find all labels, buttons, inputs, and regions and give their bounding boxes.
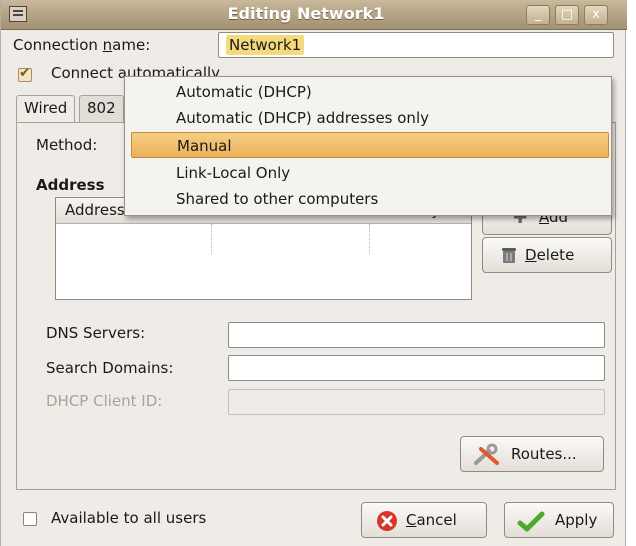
connect-automatically-checkbox[interactable]: ✔ <box>18 65 32 82</box>
dns-servers-label: DNS Servers: <box>46 324 146 342</box>
cancel-mnemonic: C <box>406 511 417 529</box>
cancel-icon <box>376 510 398 532</box>
dhcp-client-id-label: DHCP Client ID: <box>46 392 163 410</box>
window-app-icon <box>9 6 27 22</box>
search-domains-label: Search Domains: <box>46 359 174 377</box>
tools-icon <box>473 443 501 467</box>
window-title: Editing Network1 <box>227 4 385 23</box>
menu-item-automatic-dhcp[interactable]: Automatic (DHCP) <box>125 79 611 105</box>
addresses-section-title: Address <box>36 176 105 194</box>
editing-network-window: Editing Network1 _ □ x Connection name: … <box>0 0 627 546</box>
delete-button-label: Delete <box>525 246 574 264</box>
apply-icon <box>517 509 545 533</box>
tab-wired[interactable]: Wired <box>16 95 76 125</box>
connection-name-input[interactable]: Network1 <box>218 32 614 58</box>
minimize-button[interactable]: _ <box>526 5 550 25</box>
delete-label-rest: elete <box>536 246 575 264</box>
connection-name-value: Network1 <box>226 35 305 55</box>
cancel-label-rest: ancel <box>416 511 457 529</box>
trash-icon <box>499 245 519 265</box>
close-button[interactable]: x <box>584 5 608 25</box>
apply-button[interactable]: Apply <box>504 502 614 538</box>
check-icon: ✔ <box>19 65 31 81</box>
delete-button[interactable]: Delete <box>482 237 612 273</box>
column-address[interactable]: Address <box>65 201 125 219</box>
routes-button[interactable]: Routes... <box>460 436 604 472</box>
dhcp-client-id-input <box>228 389 605 415</box>
column-divider <box>369 224 370 254</box>
tab-802[interactable]: 802 <box>79 95 124 123</box>
method-dropdown-menu: Automatic (DHCP) Automatic (DHCP) addres… <box>124 76 612 216</box>
maximize-button[interactable]: □ <box>555 5 579 25</box>
delete-mnemonic: D <box>525 246 537 264</box>
connection-name-mnemonic: n <box>102 36 113 54</box>
cancel-button[interactable]: Cancel <box>361 502 487 538</box>
menu-item-link-local-only[interactable]: Link-Local Only <box>125 160 611 186</box>
menu-item-dhcp-addresses-only[interactable]: Automatic (DHCP) addresses only <box>125 105 611 131</box>
routes-button-label: Routes... <box>511 445 577 463</box>
method-label: Method: <box>36 136 98 154</box>
column-divider <box>211 224 212 254</box>
search-domains-input[interactable] <box>228 355 605 381</box>
menu-item-manual[interactable]: Manual <box>131 132 609 158</box>
available-to-all-users-checkbox[interactable] <box>23 512 37 526</box>
connection-name-label: Connection name: <box>13 36 150 54</box>
apply-button-label: Apply <box>555 511 598 529</box>
menu-item-shared-to-other-computers[interactable]: Shared to other computers <box>125 186 611 212</box>
connection-name-label-pre: Connection <box>13 36 103 54</box>
available-to-all-users-label: Available to all users <box>51 509 207 527</box>
connection-name-label-post: ame: <box>112 36 151 54</box>
cancel-button-label: Cancel <box>406 511 457 529</box>
title-bar[interactable]: Editing Network1 _ □ x <box>1 0 627 30</box>
dns-servers-input[interactable] <box>228 322 605 348</box>
